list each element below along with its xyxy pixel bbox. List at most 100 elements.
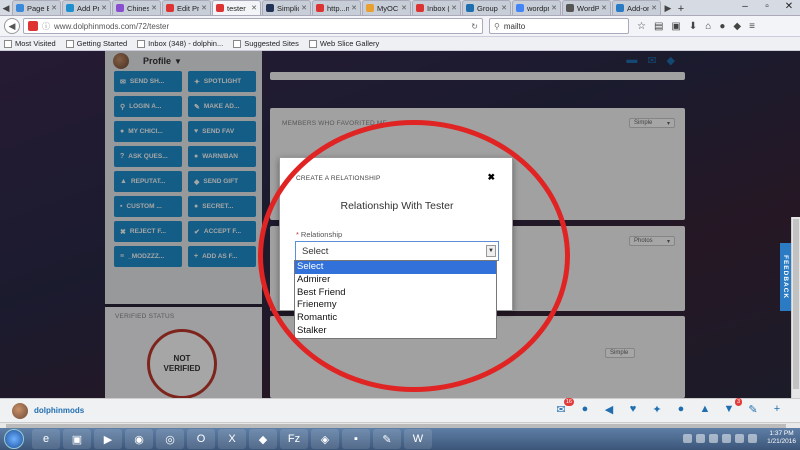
close-icon[interactable]: ✕	[501, 4, 507, 12]
tray-icon[interactable]	[696, 433, 706, 443]
tray-icon[interactable]	[709, 433, 719, 443]
share-icon[interactable]: ◆	[733, 21, 741, 32]
close-icon[interactable]: ✕	[101, 4, 107, 12]
reading-list-icon[interactable]: ▤	[654, 21, 663, 32]
browser-tab[interactable]: Page Buil...✕	[12, 0, 61, 15]
browser-tab[interactable]: Add-ons ...✕	[612, 0, 661, 15]
relationship-option[interactable]: Select	[295, 261, 496, 274]
browser-tab[interactable]: WordPres...✕	[562, 0, 611, 15]
site-shield-icon	[28, 21, 38, 31]
twitter-icon[interactable]: ✦	[650, 403, 664, 416]
taskbar-app-icon[interactable]: X	[218, 429, 246, 449]
back-button[interactable]: ◀	[4, 18, 20, 34]
close-icon[interactable]: ✕	[351, 4, 357, 12]
avatar[interactable]	[12, 402, 28, 419]
taskbar-app-icon[interactable]: e	[32, 429, 60, 449]
browser-tab[interactable]: Simplicity✕	[262, 0, 311, 15]
taskbar-app-icon[interactable]: ✎	[373, 429, 401, 449]
bookmark-item[interactable]: Web Slice Gallery	[308, 39, 379, 48]
bookmark-item[interactable]: Getting Started	[65, 39, 128, 48]
taskbar-app-icon[interactable]: ▣	[63, 429, 91, 449]
feedback-tab[interactable]: FEEDBACK	[780, 243, 791, 311]
taskbar-app-icon[interactable]: Fz	[280, 429, 308, 449]
chat-icon[interactable]: ●	[719, 21, 725, 32]
browser-tab[interactable]: Add Prod...✕	[62, 0, 111, 15]
browser-tab[interactable]: Group RS...✕	[462, 0, 511, 15]
tab-scroll-right-button[interactable]: ▶	[662, 1, 674, 15]
taskbar-app-icon[interactable]: ▶	[94, 429, 122, 449]
close-icon[interactable]: ✕	[151, 4, 157, 12]
mail-icon-glyph: ✉	[556, 404, 566, 416]
bell-icon[interactable]: ▲	[698, 403, 712, 416]
home-icon[interactable]: ⌂	[705, 21, 711, 32]
tray-icon[interactable]	[748, 433, 758, 443]
reload-icon[interactable]: ↻	[471, 22, 478, 31]
wrench-icon[interactable]: ✎	[746, 403, 760, 416]
taskbar-app-icon[interactable]: ◉	[125, 429, 153, 449]
friends-icon[interactable]: ●	[674, 403, 688, 416]
heart-icon[interactable]: ♥	[626, 403, 640, 416]
close-window-button[interactable]: ✕	[778, 0, 800, 15]
bookmark-label: Getting Started	[76, 39, 128, 48]
bookmark-item[interactable]: Suggested Sites	[233, 39, 299, 48]
username[interactable]: dolphinmods	[34, 406, 84, 415]
taskbar-app-icon[interactable]: ◈	[311, 429, 339, 449]
start-button[interactable]	[4, 429, 24, 449]
system-clock[interactable]: 1:37 PM 1/21/2016	[767, 430, 796, 446]
browser-tab[interactable]: wordpres...✕	[512, 0, 561, 15]
tray-icon[interactable]	[683, 433, 693, 443]
relationship-option[interactable]: Romantic	[295, 312, 496, 325]
browser-tab[interactable]: MyOC · D...✕	[362, 0, 411, 15]
search-input[interactable]: mailto	[504, 22, 525, 31]
lock-icon[interactable]: ▣	[671, 21, 680, 32]
taskbar-app-icon[interactable]: ◎	[156, 429, 184, 449]
search-bar[interactable]: ⚲ mailto	[489, 18, 629, 34]
close-icon[interactable]: ✕	[401, 4, 407, 12]
bookmark-item[interactable]: Inbox (348) - dolphin...	[137, 39, 223, 48]
relationship-label-text: Relationship	[300, 230, 343, 239]
close-icon[interactable]: ✕	[651, 4, 657, 12]
minimize-button[interactable]: –	[734, 0, 756, 15]
tray-icon[interactable]	[735, 433, 745, 443]
chevron-down-icon[interactable]: ▼	[486, 245, 496, 257]
browser-tab[interactable]: Chinese ...✕	[112, 0, 161, 15]
close-icon[interactable]: ✕	[51, 4, 57, 12]
relationship-option[interactable]: Stalker	[295, 325, 496, 338]
close-icon[interactable]: ✕	[451, 4, 457, 12]
relationship-option[interactable]: Best Friend	[295, 287, 496, 300]
new-tab-button[interactable]: +	[674, 3, 688, 15]
cart-icon[interactable]: ▼ 3	[722, 398, 742, 416]
page-scrollbar-thumb[interactable]	[793, 219, 799, 389]
browser-tab[interactable]: Inbox (32...✕	[412, 0, 461, 15]
page-scrollbar[interactable]	[791, 217, 800, 398]
browser-tab[interactable]: http...mods✕	[312, 0, 361, 15]
tray-icon[interactable]	[722, 433, 732, 443]
megaphone-icon[interactable]: ◀	[602, 403, 616, 416]
taskbar-app-icon[interactable]: ▪	[342, 429, 370, 449]
menu-icon[interactable]: ≡	[749, 21, 755, 32]
bookmark-star-icon[interactable]: ☆	[637, 21, 646, 32]
mail-icon[interactable]: ✉ 16	[554, 398, 574, 416]
relationship-select[interactable]: Select ▼	[295, 241, 499, 261]
download-icon[interactable]: ⬇	[689, 21, 697, 32]
taskbar-app-icon[interactable]: O	[187, 429, 215, 449]
url-bar[interactable]: ⓘ www.dolphinmods.com/72/tester ↻	[23, 18, 483, 34]
relationship-option[interactable]: Frienemy	[295, 299, 496, 312]
tab-scroll-left-button[interactable]: ◀	[0, 1, 12, 15]
close-icon[interactable]: ✕	[201, 4, 207, 12]
info-icon[interactable]: ⓘ	[42, 21, 50, 32]
group-icon[interactable]: ●	[578, 403, 592, 416]
plus-icon[interactable]: +	[770, 403, 784, 416]
close-icon[interactable]: ✕	[301, 4, 307, 12]
browser-tab[interactable]: tester ✕	[212, 0, 261, 15]
maximize-button[interactable]: ▫	[756, 0, 778, 15]
close-icon[interactable]: ✖	[487, 172, 495, 183]
bookmark-item[interactable]: Most Visited	[4, 39, 56, 48]
close-icon[interactable]: ✕	[551, 4, 557, 12]
close-icon[interactable]: ✕	[251, 4, 257, 12]
taskbar-app-icon[interactable]: W	[404, 429, 432, 449]
browser-tab[interactable]: Edit Profile✕	[162, 0, 211, 15]
taskbar-app-icon[interactable]: ◆	[249, 429, 277, 449]
close-icon[interactable]: ✕	[601, 4, 607, 12]
relationship-option[interactable]: Admirer	[295, 274, 496, 287]
